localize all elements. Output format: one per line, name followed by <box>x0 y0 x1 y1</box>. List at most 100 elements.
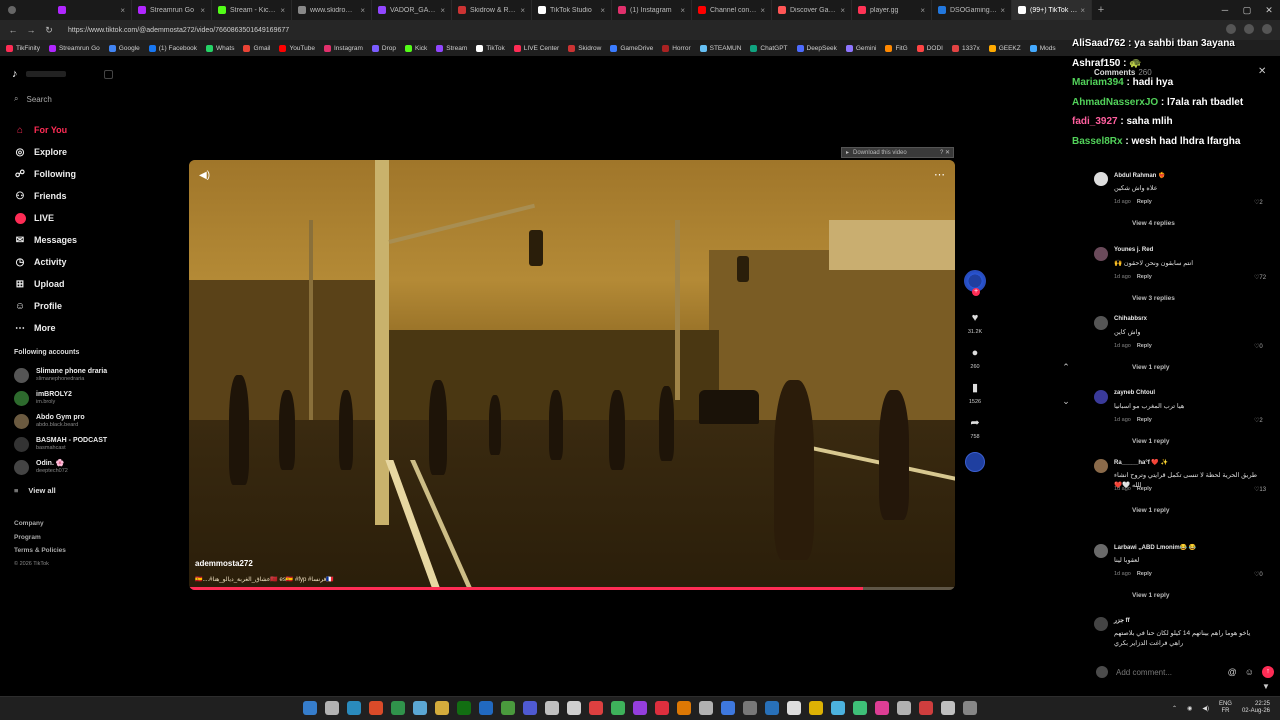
browser-tab[interactable]: TikTok Studio × <box>532 0 612 20</box>
app10-icon[interactable] <box>809 701 823 715</box>
comment-likes[interactable]: ♡0 <box>1254 571 1263 578</box>
chrome-icon[interactable] <box>391 701 405 715</box>
next-video-icon[interactable]: ⌄ <box>1060 384 1072 418</box>
url-field[interactable]: https://www.tiktok.com/@ademmosta272/vid… <box>68 27 289 34</box>
bookmark-item[interactable]: ChatGPT <box>750 44 788 52</box>
bookmark-item[interactable]: Streamrun Go <box>48 44 100 52</box>
sidebar-item-explore[interactable]: ◎ Explore <box>14 141 124 163</box>
footer-link-program[interactable]: Program <box>14 531 66 545</box>
comment-author[interactable]: Younes j. Red <box>1114 247 1153 253</box>
network-icon[interactable]: ◉ <box>1187 705 1192 712</box>
app17-icon[interactable] <box>963 701 977 715</box>
save-action[interactable]: ▮ 1526 <box>963 382 987 405</box>
comment-likes[interactable]: ♡2 <box>1254 199 1263 206</box>
close-tab-icon[interactable]: × <box>920 6 925 15</box>
steam-icon[interactable] <box>413 701 427 715</box>
windows-start-icon[interactable] <box>303 701 317 715</box>
sidebar-item-for-you[interactable]: ⌂ For You <box>14 119 124 141</box>
view-replies-button[interactable]: View 1 reply <box>1132 507 1169 514</box>
app14-icon[interactable] <box>897 701 911 715</box>
avatar[interactable] <box>1094 390 1108 404</box>
download-video-banner[interactable]: ▸ Download this video ? ✕ <box>841 147 954 158</box>
share-action[interactable]: ➦ 758 <box>963 417 987 440</box>
volume-icon[interactable]: ◀) <box>199 170 210 181</box>
comment-author[interactable]: Larbawi ,,ABD Lmonim😂 😂 <box>1114 544 1196 551</box>
language-indicator[interactable]: ENG FR <box>1219 701 1232 715</box>
app12-icon[interactable] <box>853 701 867 715</box>
browser-tab[interactable]: Streamrun Go × <box>132 0 212 20</box>
tray-chevron-icon[interactable]: ⌃ <box>1172 705 1177 712</box>
video-progress-bar[interactable] <box>189 587 955 590</box>
close-tab-icon[interactable]: × <box>1080 6 1085 15</box>
edge-icon[interactable] <box>347 701 361 715</box>
bookmark-item[interactable]: Kick <box>405 44 427 52</box>
comment-likes[interactable]: ♡2 <box>1254 417 1263 424</box>
comment-likes[interactable]: ♡0 <box>1254 343 1263 350</box>
browser-tab[interactable]: Stream - Kick Dashboard× <box>212 0 292 20</box>
browser-tab[interactable]: × <box>52 0 132 20</box>
avatar[interactable] <box>1094 247 1108 261</box>
browser-tab[interactable]: VADOR_GAMING Strea...× <box>372 0 452 20</box>
system-clock[interactable]: 22:25 02-Aug-26 <box>1242 701 1270 715</box>
bookmark-item[interactable]: Drop <box>371 44 396 52</box>
tiktok-logo[interactable]: ♪ <box>12 68 72 80</box>
bookmark-item[interactable]: FitG <box>885 44 908 52</box>
browser-tab[interactable]: (1) Instagram × <box>612 0 692 20</box>
bookmark-item[interactable]: DODI <box>916 44 943 52</box>
music-disc[interactable] <box>965 452 985 472</box>
app15-icon[interactable] <box>919 701 933 715</box>
discord-icon[interactable] <box>523 701 537 715</box>
avatar[interactable] <box>1094 316 1108 330</box>
previous-video-icon[interactable]: ⌃ <box>1060 350 1072 384</box>
profile-icon[interactable] <box>8 6 16 14</box>
bookmark-item[interactable]: GameDrive <box>610 44 653 52</box>
view-replies-button[interactable]: View 3 replies <box>1132 295 1175 302</box>
app11-icon[interactable] <box>831 701 845 715</box>
close-tab-icon[interactable]: × <box>200 6 205 15</box>
collapse-sidebar-icon[interactable] <box>104 70 113 79</box>
brave-icon[interactable] <box>369 701 383 715</box>
maximize-icon[interactable]: ▢ <box>1236 0 1258 20</box>
extension-icon[interactable] <box>1244 24 1254 34</box>
app13-icon[interactable] <box>875 701 889 715</box>
close-banner-icon[interactable]: ? ✕ <box>940 149 953 156</box>
bookmark-item[interactable]: LIVE Center <box>513 44 559 52</box>
following-account[interactable]: Odin. 🌸 deeptech072 <box>14 456 129 479</box>
close-tab-icon[interactable]: × <box>280 6 285 15</box>
new-tab-button[interactable]: + <box>1092 4 1110 16</box>
following-account[interactable]: BASMAH - PODCAST basmahcast <box>14 433 129 456</box>
like-action[interactable]: ♥ 31.2K <box>963 312 987 335</box>
avatar[interactable] <box>1094 459 1108 473</box>
browser-tab[interactable]: www.skidrowreloaded...× <box>292 0 372 20</box>
footer-link-company[interactable]: Company <box>14 517 66 531</box>
video-author[interactable]: ademmosta272 <box>195 559 253 568</box>
app5-icon[interactable] <box>699 701 713 715</box>
menu-icon[interactable] <box>1262 24 1272 34</box>
search-input[interactable]: ⌕ Search <box>14 94 52 104</box>
reply-button[interactable]: Reply <box>1137 417 1152 423</box>
avatar[interactable] <box>1094 544 1108 558</box>
bookmark-item[interactable]: Skidrow <box>568 44 601 52</box>
video-player[interactable]: ◀) ⋯ ademmosta272 🇪🇸....#عشاق_الغربة_ديا… <box>189 160 955 590</box>
sidebar-item-profile[interactable]: ☺ Profile <box>14 295 124 317</box>
app3-icon[interactable] <box>655 701 669 715</box>
reply-button[interactable]: Reply <box>1137 486 1152 492</box>
bookmark-item[interactable]: Horror <box>662 44 691 52</box>
comment-action[interactable]: ● 260 <box>963 347 987 370</box>
sidebar-item-messages[interactable]: ✉ Messages <box>14 229 124 251</box>
sidebar-item-friends[interactable]: ⚇ Friends <box>14 185 124 207</box>
reply-button[interactable]: Reply <box>1137 199 1152 205</box>
reload-icon[interactable]: ↻ <box>44 25 54 36</box>
close-tab-icon[interactable]: × <box>1000 6 1005 15</box>
reply-button[interactable]: Reply <box>1137 571 1152 577</box>
sidebar-item-live[interactable]: LIVE <box>14 207 124 229</box>
bookmark-item[interactable]: YouTube <box>279 44 315 52</box>
sidebar-item-activity[interactable]: ◷ Activity <box>14 251 124 273</box>
browser-profile[interactable] <box>0 0 52 20</box>
follow-plus-icon[interactable]: + <box>972 288 980 296</box>
xbox-icon[interactable] <box>457 701 471 715</box>
app7-icon[interactable] <box>743 701 757 715</box>
obs-icon[interactable] <box>545 701 559 715</box>
close-tab-icon[interactable]: × <box>600 6 605 15</box>
following-account[interactable]: Slimane phone draria slimanephonedraria <box>14 364 129 387</box>
